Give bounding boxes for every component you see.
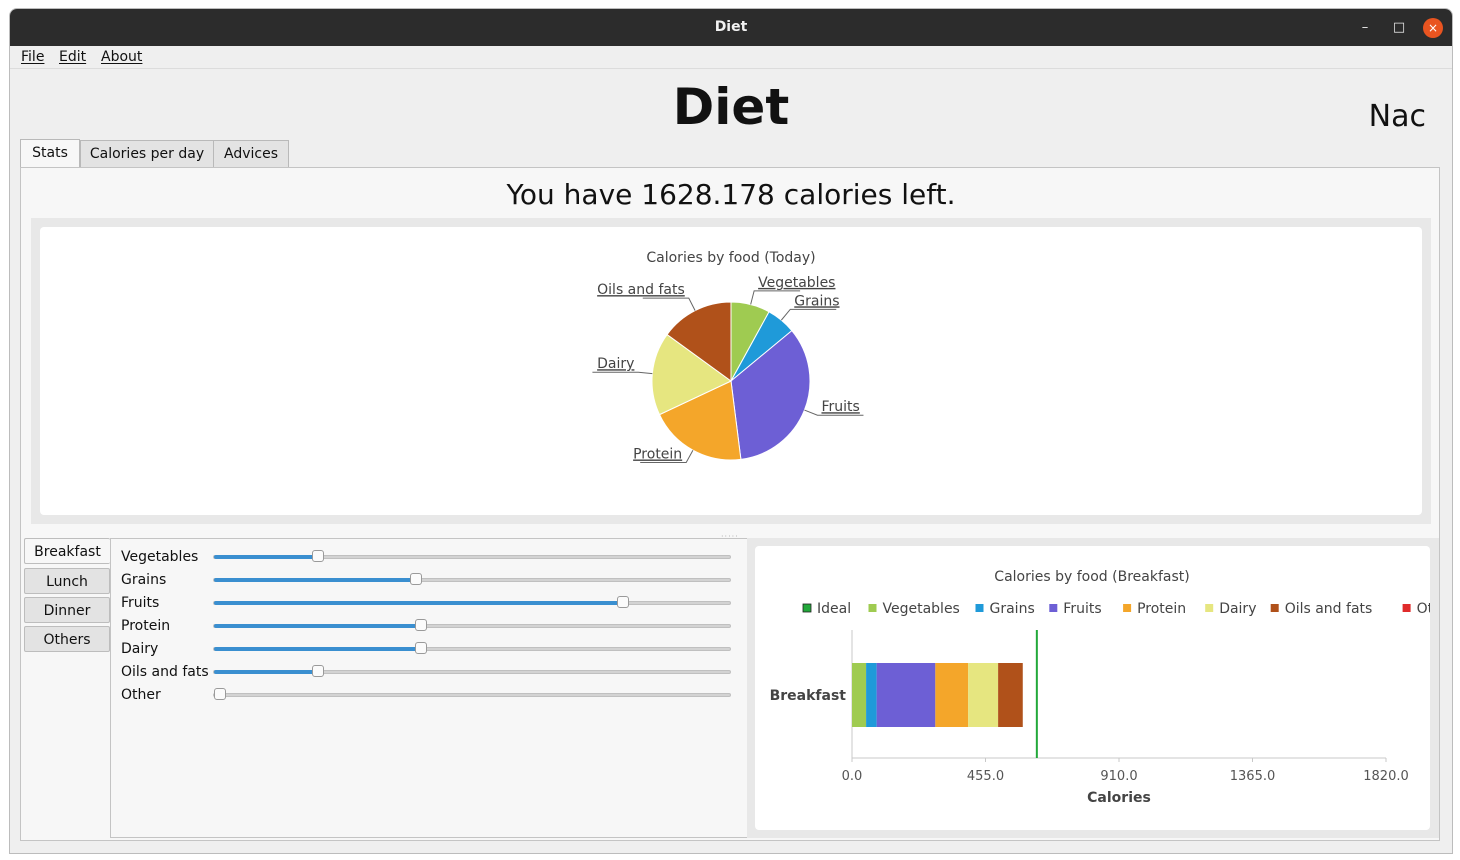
legend-label-vegetables: Vegetables <box>883 601 960 617</box>
bar-segment-vegetables <box>852 663 867 727</box>
slider-fill <box>214 647 421 651</box>
legend-label-protein: Protein <box>1137 601 1186 617</box>
bar-segment-oils-and-fats <box>998 663 1023 727</box>
slider-protein[interactable] <box>213 619 731 631</box>
close-icon[interactable]: × <box>1423 18 1443 38</box>
menu-about[interactable]: About <box>101 49 142 65</box>
slider-label-grains: Grains <box>121 572 167 588</box>
legend-swatch-vegetables <box>868 604 877 612</box>
slider-handle[interactable] <box>415 619 427 631</box>
slider-dairy[interactable] <box>213 642 731 654</box>
app-title: Diet <box>672 78 790 136</box>
slider-handle[interactable] <box>617 596 629 608</box>
title-bar[interactable]: Diet – □ × <box>10 9 1452 46</box>
pie-label-dairy: Dairy <box>597 356 634 372</box>
tab-stats[interactable]: Stats <box>20 139 80 168</box>
legend-label-dairy: Dairy <box>1219 601 1256 617</box>
menu-file[interactable]: File <box>21 49 44 65</box>
bar-chart-frame: Calories by food (Breakfast) Ideal Vegeta… <box>747 538 1452 838</box>
slider-grains[interactable] <box>213 573 731 585</box>
slider-fill <box>214 578 416 582</box>
pie-chart-frame: Calories by food (Today) Vegetables Grain… <box>31 218 1431 524</box>
bar-segment-dairy <box>968 663 999 727</box>
legend-swatch-other <box>1402 604 1411 612</box>
legend-swatch-grains <box>975 604 984 612</box>
x-tick-label: 1365.0 <box>1230 769 1276 784</box>
category-label-breakfast: Breakfast <box>770 688 847 704</box>
breakfast-slider-pane: Vegetables Grains Fruits Protein Dairy Oils a… <box>110 538 747 838</box>
slider-fill <box>214 601 623 605</box>
pie-chart: Calories by food (Today) Vegetables Grain… <box>592 250 864 463</box>
pie-chart-card: Calories by food (Today) Vegetables Grain… <box>40 227 1422 515</box>
slider-handle[interactable] <box>312 665 324 677</box>
slider-other[interactable] <box>213 688 731 700</box>
bar-segment-fruits <box>876 663 936 727</box>
meal-tab-lunch[interactable]: Lunch <box>24 568 110 594</box>
legend-swatch-protein <box>1123 604 1132 612</box>
legend-label-fruits: Fruits <box>1063 601 1101 617</box>
legend-swatch-fruits <box>1049 604 1058 612</box>
pie-leader-line <box>750 290 801 305</box>
app-window: Diet – □ × File Edit About Diet Nac Stat… <box>9 8 1453 854</box>
meal-tab-dinner[interactable]: Dinner <box>24 597 110 623</box>
x-tick-label: 0.0 <box>842 769 863 784</box>
legend-swatch-ideal <box>802 603 812 613</box>
stats-tab-panel: You have 1628.178 calories left. Calorie… <box>20 167 1452 841</box>
bar-segment-grains <box>866 663 877 727</box>
legend-swatch-oils-and-fats <box>1270 604 1279 612</box>
bar-chart: Calories by food (Breakfast) Ideal Vegeta… <box>770 569 1452 806</box>
pie-leader-line <box>780 308 837 321</box>
tab-advices[interactable]: Advices <box>213 140 289 167</box>
meal-tab-breakfast[interactable]: Breakfast <box>24 538 110 564</box>
x-axis-title: Calories <box>1087 790 1151 806</box>
tab-calories-per-day[interactable]: Calories per day <box>80 140 214 167</box>
x-tick-label: 1820.0 <box>1363 769 1409 784</box>
slider-label-vegetables: Vegetables <box>121 549 199 565</box>
slider-handle[interactable] <box>410 573 422 585</box>
window-title: Diet <box>714 19 748 35</box>
pie-label-oils-and-fats: Oils and fats <box>597 282 685 298</box>
x-tick-label: 455.0 <box>967 769 1004 784</box>
legend-label-oils-and-fats: Oils and fats <box>1285 601 1373 617</box>
slider-oils-and-fats[interactable] <box>213 665 731 677</box>
user-name: Nac <box>1368 99 1426 134</box>
bar-chart-title: Calories by food (Breakfast) <box>994 569 1189 585</box>
bar-segment-protein <box>935 663 969 727</box>
slider-label-other: Other <box>121 687 161 703</box>
legend-label-other: Other <box>1417 601 1430 617</box>
pie-label-protein: Protein <box>633 446 682 462</box>
pie-label-vegetables: Vegetables <box>758 275 835 291</box>
slider-vegetables[interactable] <box>213 550 731 562</box>
slider-label-fruits: Fruits <box>121 595 160 611</box>
slider-fill <box>214 555 318 559</box>
meal-tab-others[interactable]: Others <box>24 626 110 652</box>
bar-chart-card: Calories by food (Breakfast) Ideal Vegeta… <box>755 546 1452 830</box>
x-tick-label: 910.0 <box>1100 769 1137 784</box>
pie-label-fruits: Fruits <box>821 399 859 415</box>
slider-handle[interactable] <box>312 550 324 562</box>
menu-bar: File Edit About <box>10 46 1452 69</box>
slider-label-dairy: Dairy <box>121 641 159 657</box>
legend-swatch-dairy <box>1205 604 1214 612</box>
legend-label-grains: Grains <box>990 601 1035 617</box>
slider-fill <box>214 624 421 628</box>
slider-fruits[interactable] <box>213 596 731 608</box>
minimize-icon[interactable]: – <box>1355 18 1375 38</box>
slider-fill <box>214 670 318 674</box>
pie-label-grains: Grains <box>794 293 839 309</box>
slider-handle[interactable] <box>214 688 226 700</box>
slider-label-oils-and-fats: Oils and fats <box>121 664 209 680</box>
menu-edit[interactable]: Edit <box>59 49 86 65</box>
maximize-icon[interactable]: □ <box>1389 18 1409 38</box>
pie-leader-line <box>592 371 653 375</box>
slider-handle[interactable] <box>415 642 427 654</box>
calories-left-text: You have 1628.178 calories left. <box>506 178 956 211</box>
slider-label-protein: Protein <box>121 618 171 634</box>
pie-leader-line <box>642 297 696 311</box>
legend-label-ideal: Ideal <box>817 601 851 617</box>
pie-chart-title: Calories by food (Today) <box>646 250 815 266</box>
